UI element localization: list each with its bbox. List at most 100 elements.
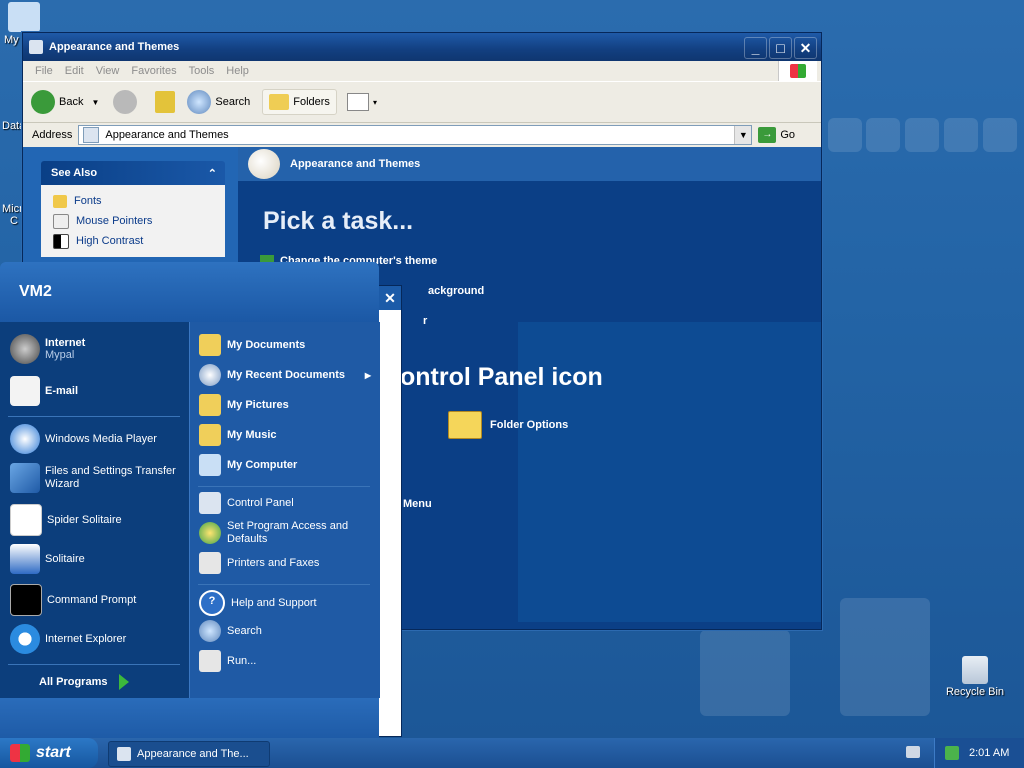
menu-view[interactable]: View	[96, 65, 120, 77]
setting-program-access[interactable]: Set Program Access and Defaults	[199, 520, 367, 546]
views-icon	[346, 93, 369, 111]
pictures-folder-icon	[199, 394, 221, 416]
close-icon[interactable]: ✕	[379, 286, 401, 310]
taskbar-start-menu-item[interactable]: Menu	[403, 498, 432, 510]
start-menu: VM2 Internet Mypal E-mail Windows Media …	[0, 262, 380, 738]
all-programs-button[interactable]: All Programs	[39, 674, 130, 690]
forward-button[interactable]	[113, 90, 141, 114]
menu-favorites[interactable]: Favorites	[131, 65, 176, 77]
place-label: My Recent Documents	[227, 369, 345, 381]
window-titlebar[interactable]: Appearance and Themes _ □ ✕	[23, 33, 821, 61]
menu-file[interactable]: File	[35, 65, 53, 77]
folders-button[interactable]: Folders	[262, 89, 337, 115]
close-button[interactable]: ✕	[794, 37, 817, 59]
search-item[interactable]: Search	[199, 620, 262, 642]
pinned-label: Internet	[45, 337, 86, 349]
search-icon	[187, 90, 212, 114]
place-my-pictures[interactable]: My Pictures	[199, 394, 289, 416]
see-also-fonts[interactable]: Fonts	[53, 191, 225, 211]
see-also-header[interactable]: See Also ⌃	[41, 161, 225, 185]
recent-spider-solitaire[interactable]: Spider Solitaire	[10, 504, 122, 536]
start-button[interactable]: start	[0, 738, 98, 768]
pinned-internet[interactable]: Internet Mypal	[10, 334, 85, 364]
control-panel-icon	[83, 127, 100, 143]
background-tile	[866, 118, 900, 152]
views-button[interactable]: ▾	[346, 93, 377, 111]
recent-label: Windows Media Player	[45, 433, 157, 445]
recent-transfer-wizard[interactable]: Files and Settings Transfer Wizard	[10, 463, 185, 493]
recent-solitaire[interactable]: Solitaire	[10, 544, 85, 574]
taskbar-window-button[interactable]: Appearance and The...	[108, 741, 270, 767]
place-my-computer[interactable]: My Computer	[199, 454, 297, 476]
maximize-button[interactable]: □	[769, 37, 792, 59]
place-recent-documents[interactable]: My Recent Documents ▶	[199, 364, 371, 386]
spider-solitaire-icon	[10, 504, 42, 536]
recent-label: Files and Settings Transfer Wizard	[45, 465, 176, 490]
see-also-mouse-pointers[interactable]: Mouse Pointers	[53, 211, 225, 231]
chevron-right-icon: ▶	[364, 370, 371, 380]
desktop-icon-recycle-bin[interactable]: Recycle Bin	[942, 656, 1008, 698]
pinned-label: E-mail	[45, 385, 79, 397]
setting-label: Set Program Access and Defaults	[227, 520, 349, 545]
high-contrast-icon	[53, 233, 69, 249]
setting-label: Control Panel	[227, 497, 294, 509]
pinned-sublabel: Mypal	[45, 349, 75, 361]
minimize-button[interactable]: _	[744, 37, 767, 59]
printer-icon	[199, 552, 221, 574]
windows-logo-icon	[778, 61, 817, 81]
setting-printers-faxes[interactable]: Printers and Faxes	[199, 552, 319, 574]
menu-tools[interactable]: Tools	[189, 65, 215, 77]
control-panel-icon	[199, 492, 221, 514]
place-label: My Pictures	[227, 399, 289, 411]
address-dropdown[interactable]: ▼	[734, 126, 752, 144]
setting-control-panel[interactable]: Control Panel	[199, 492, 294, 514]
all-programs-label: All Programs	[39, 676, 108, 688]
menu-edit[interactable]: Edit	[65, 65, 84, 77]
pinned-email[interactable]: E-mail	[10, 376, 78, 406]
run-item[interactable]: Run...	[199, 650, 256, 672]
arrow-right-icon	[119, 674, 130, 690]
recent-command-prompt[interactable]: Command Prompt	[10, 584, 136, 616]
folder-options-item[interactable]: Folder Options	[448, 411, 568, 439]
task-label: r	[423, 315, 428, 327]
address-field[interactable]: Appearance and Themes ▼	[78, 125, 753, 145]
forward-arrow-icon	[113, 90, 138, 114]
documents-folder-icon	[199, 334, 221, 356]
background-tile	[700, 630, 790, 716]
back-button[interactable]: Back ▼	[31, 90, 99, 114]
minimize-icon: _	[751, 40, 760, 56]
task-change-background[interactable]: ackground	[428, 285, 484, 297]
place-label: My Documents	[227, 339, 306, 351]
folder-options-icon	[448, 411, 482, 439]
place-my-documents[interactable]: My Documents	[199, 334, 305, 356]
task-screen-saver[interactable]: r	[423, 315, 427, 327]
go-button[interactable]: → Go	[758, 127, 795, 143]
system-tray: 2:01 AM	[934, 738, 1024, 768]
place-my-music[interactable]: My Music	[199, 424, 277, 446]
recent-media-player[interactable]: Windows Media Player	[10, 424, 157, 454]
start-menu-left: Internet Mypal E-mail Windows Media Play…	[0, 322, 189, 698]
desktop-icon-data[interactable]: Data	[2, 120, 25, 132]
email-envelope-icon	[10, 376, 40, 406]
recent-internet-explorer[interactable]: Internet Explorer	[10, 624, 126, 654]
fonts-folder-icon	[53, 194, 67, 208]
menu-help[interactable]: Help	[226, 65, 249, 77]
chevron-down-icon: ▼	[91, 97, 100, 107]
setting-label: Printers and Faxes	[227, 557, 320, 569]
pick-task-heading: Pick a task...	[263, 207, 414, 235]
category-header: Appearance and Themes	[238, 147, 821, 181]
search-button[interactable]: Search	[187, 90, 250, 114]
safely-remove-icon[interactable]	[945, 746, 959, 760]
keyboard-icon[interactable]	[906, 746, 920, 758]
help-and-support[interactable]: ? Help and Support	[199, 590, 317, 616]
up-button[interactable]	[155, 91, 176, 113]
start-menu-footer	[0, 698, 379, 738]
see-also-high-contrast[interactable]: High Contrast	[53, 231, 225, 251]
internet-explorer-icon	[10, 624, 40, 654]
back-arrow-icon	[31, 90, 55, 114]
recent-documents-icon	[199, 364, 221, 386]
background-tile	[828, 118, 862, 152]
help-label: Help and Support	[231, 597, 317, 609]
windows-flag-icon	[10, 744, 30, 762]
help-label: Search	[227, 625, 262, 637]
